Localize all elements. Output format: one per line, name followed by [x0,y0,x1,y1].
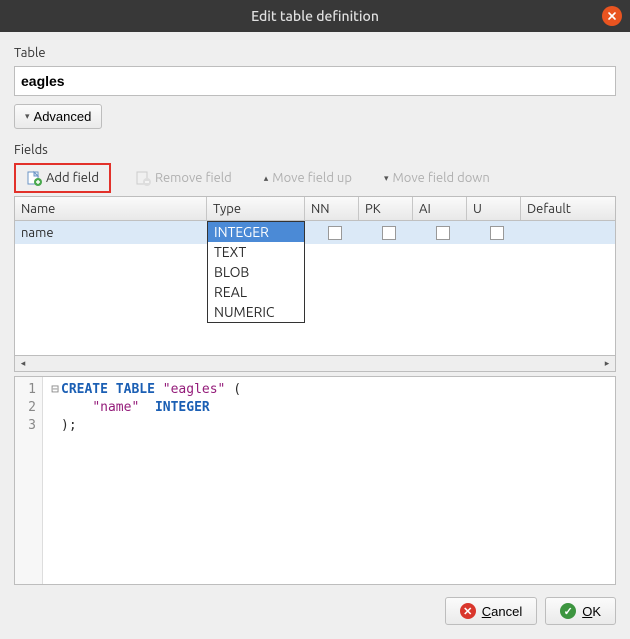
arrow-down-icon: ▾ [384,173,389,184]
sql-preview: 1 2 3 ⊟CREATE TABLE "eagles" ( "name" IN… [14,376,616,585]
dropdown-option[interactable]: REAL [208,282,304,302]
scroll-right-icon[interactable]: ▸ [599,357,615,371]
scroll-left-icon[interactable]: ◂ [15,357,31,371]
dropdown-option[interactable]: INTEGER [208,222,304,242]
sql-token: TABLE [116,382,155,397]
advanced-button[interactable]: ▾ Advanced [14,104,102,129]
checkbox-nn[interactable] [328,226,342,240]
close-icon[interactable] [602,6,622,26]
ok-label: OK [582,604,601,619]
remove-field-label: Remove field [155,171,232,185]
table-label: Table [14,46,616,60]
col-header-name[interactable]: Name [15,197,207,220]
line-number: 2 [19,399,36,417]
sql-token: "eagles" [163,382,226,397]
sql-token: "name" [92,400,139,415]
col-header-ai[interactable]: AI [413,197,467,220]
ok-button[interactable]: ✓ OK [545,597,616,625]
move-down-label: Move field down [392,171,489,185]
window-body: Table ▾ Advanced Fields Add field [0,32,630,639]
chevron-down-icon: ▾ [25,111,30,122]
dialog-buttons: ✕ Cancel ✓ OK [14,597,616,625]
move-down-button[interactable]: ▾ Move field down [376,166,498,190]
table-header: Name Type NN PK AI U Default [15,197,615,221]
col-header-nn[interactable]: NN [305,197,359,220]
add-field-icon [26,170,42,186]
fields-toolbar: Add field Remove field ▴ Move field up ▾… [14,163,616,195]
col-header-u[interactable]: U [467,197,521,220]
move-up-button[interactable]: ▴ Move field up [256,166,360,190]
checkbox-ai[interactable] [436,226,450,240]
line-gutter: 1 2 3 [15,377,43,584]
sql-token: INTEGER [155,400,210,415]
col-header-default[interactable]: Default [521,197,615,220]
sql-token: ); [61,418,77,433]
fold-icon[interactable]: ⊟ [49,381,61,399]
line-number: 3 [19,417,36,435]
col-header-type[interactable]: Type [207,197,305,220]
dropdown-option[interactable]: TEXT [208,242,304,262]
table-row[interactable]: name [15,221,615,244]
add-field-label: Add field [46,171,99,185]
cancel-button[interactable]: ✕ Cancel [445,597,537,625]
sql-code[interactable]: ⊟CREATE TABLE "eagles" ( "name" INTEGER … [43,377,247,584]
checkbox-pk[interactable] [382,226,396,240]
move-up-label: Move field up [272,171,352,185]
horizontal-scrollbar[interactable]: ◂ ▸ [14,356,616,372]
remove-field-icon [135,170,151,186]
sql-token: ( [225,382,241,397]
line-number: 1 [19,381,36,399]
checkbox-u[interactable] [490,226,504,240]
add-field-button[interactable]: Add field [18,165,107,191]
fields-table: Name Type NN PK AI U Default name INTEGE… [14,196,616,356]
dropdown-option[interactable]: BLOB [208,262,304,282]
col-header-pk[interactable]: PK [359,197,413,220]
cancel-label: Cancel [482,604,522,619]
arrow-up-icon: ▴ [264,173,269,184]
fields-label: Fields [14,143,616,157]
window-title: Edit table definition [251,8,379,24]
ok-icon: ✓ [560,603,576,619]
advanced-label: Advanced [34,109,92,124]
dropdown-option[interactable]: NUMERIC [208,302,304,322]
sql-token: CREATE [61,382,108,397]
titlebar: Edit table definition [0,0,630,32]
cancel-icon: ✕ [460,603,476,619]
type-dropdown[interactable]: INTEGER TEXT BLOB REAL NUMERIC [207,221,305,323]
cell-name[interactable]: name [15,226,207,240]
add-field-highlight: Add field [14,163,111,193]
remove-field-button[interactable]: Remove field [127,165,240,191]
table-name-input[interactable] [14,66,616,96]
